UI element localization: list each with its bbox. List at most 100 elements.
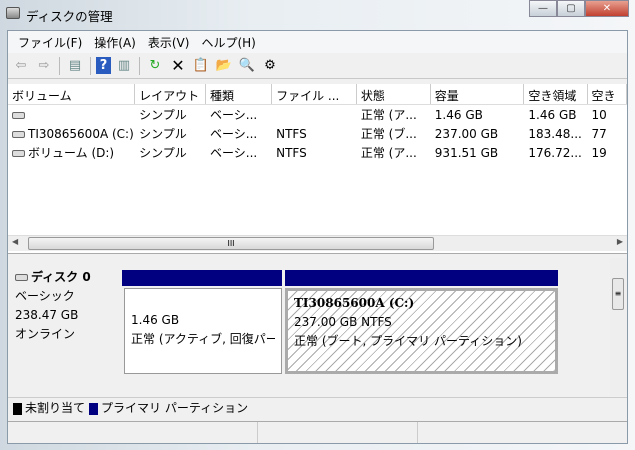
toolbar: ⇦ ⇨ ▤ ? ▥ ↻ ✕ 📋 📂 🔍 ⚙	[8, 53, 627, 79]
table-cell: シンプル	[135, 144, 206, 161]
menu-file[interactable]: ファイル(F)	[12, 34, 88, 51]
scroll-right-icon[interactable]: ▶	[617, 237, 623, 246]
volume-icon	[12, 150, 25, 157]
column-capacity[interactable]: 容量	[431, 84, 525, 104]
table-cell: 237.00 GB	[431, 127, 525, 141]
forward-icon[interactable]: ⇨	[34, 56, 54, 76]
column-status[interactable]: 状態	[357, 84, 431, 104]
volume-list: ボリューム レイアウト 種類 ファイル ... 状態 容量 空き領域 空き シン…	[8, 84, 627, 254]
cell-text: NTFS	[276, 145, 307, 160]
partition-bar	[285, 270, 558, 286]
status-pane	[418, 422, 627, 443]
cell-text: ベーシ...	[210, 127, 258, 141]
refresh-icon[interactable]: ↻	[145, 56, 165, 76]
disk-info[interactable]: ディスク 0 ベーシック 238.47 GB オンライン	[15, 268, 123, 386]
separator	[59, 56, 60, 75]
partition-status: 正常 (ブート, プライマリ パーティション)	[294, 334, 522, 348]
cell-text: 1.46 GB	[528, 107, 577, 122]
scroll-left-icon[interactable]: ◀	[12, 237, 18, 246]
cell-text: 正常 (ア...	[360, 108, 417, 122]
open-folder-icon[interactable]: 📂	[214, 56, 234, 76]
table-cell: TI30865600A (C:)	[8, 127, 135, 141]
table-cell: シンプル	[135, 125, 206, 142]
maximize-button[interactable]: ▢	[557, 0, 585, 17]
legend-item-primary: プライマリ パーティション	[89, 399, 248, 416]
column-volume[interactable]: ボリューム	[8, 84, 136, 104]
legend: 未割り当て プライマリ パーティション	[8, 397, 627, 417]
cell-text: TI30865600A (C:)	[28, 126, 134, 141]
menu-action[interactable]: 操作(A)	[88, 34, 142, 51]
show-hide-tree-icon[interactable]: ▤	[65, 56, 85, 76]
help-icon[interactable]: ?	[96, 57, 111, 74]
action-pane-icon[interactable]: ▥	[114, 56, 134, 76]
table-cell: 1.46 GB	[524, 108, 587, 122]
column-free-percent[interactable]: 空き	[588, 84, 627, 104]
vertical-scrollbar[interactable]: ≡	[610, 258, 627, 396]
cell-text: NTFS	[276, 126, 307, 141]
legend-label: 未割り当て	[25, 401, 86, 415]
partition-c[interactable]: TI30865600A (C:) 237.00 GB NTFS 正常 (ブート,…	[285, 288, 558, 374]
table-cell: 1.46 GB	[431, 108, 525, 122]
properties-icon[interactable]: 📋	[191, 56, 211, 76]
close-button[interactable]: ✕	[585, 0, 629, 17]
delete-icon[interactable]: ✕	[168, 56, 188, 76]
table-row[interactable]: ボリューム (D:) シンプル ベーシ... NTFS 正常 (ア... 931.51 G…	[8, 143, 627, 162]
menu-help[interactable]: ヘルプ(H)	[195, 34, 261, 51]
table-cell: 176.72...	[524, 146, 587, 160]
table-row[interactable]: TI30865600A (C:) シンプル ベーシ... NTFS 正常 (ブ... 23…	[8, 124, 627, 143]
table-cell: 正常 (ア...	[357, 106, 431, 123]
table-cell: 183.48...	[524, 127, 587, 141]
back-icon[interactable]: ⇦	[11, 56, 31, 76]
cell-text: 1.46 GB	[434, 107, 483, 122]
column-layout[interactable]: レイアウト	[135, 84, 207, 104]
table-cell	[8, 108, 135, 122]
cell-text: シンプル	[139, 127, 187, 141]
table-cell: 931.51 GB	[431, 146, 525, 160]
column-filesystem[interactable]: ファイル ...	[272, 84, 357, 104]
cell-text: ボリューム (D:)	[28, 146, 115, 160]
column-type[interactable]: 種類	[206, 84, 273, 104]
cell-text: 正常 (ブ...	[360, 127, 417, 141]
scroll-thumb[interactable]: III	[28, 237, 434, 250]
partition-name: TI30865600A (C:)	[294, 296, 415, 310]
cell-text: 176.72...	[528, 145, 582, 160]
volume-icon	[12, 130, 25, 138]
separator	[139, 56, 140, 75]
table-cell: NTFS	[272, 127, 357, 141]
partition-size: 1.46 GB	[131, 313, 180, 327]
menu-view[interactable]: 表示(V)	[142, 34, 196, 51]
cell-text: シンプル	[139, 146, 187, 160]
legend-item-unallocated: 未割り当て	[13, 399, 85, 416]
cell-text: 931.51 GB	[434, 145, 499, 160]
partition-status: 正常 (アクティブ, 回復パー	[131, 332, 275, 346]
column-free-space[interactable]: 空き領域	[524, 84, 588, 104]
table-cell: シンプル	[135, 106, 206, 123]
cell-text: ベーシ...	[210, 146, 258, 160]
disk-size: 238.47 GB	[15, 308, 79, 322]
table-cell: NTFS	[272, 146, 357, 160]
table-row[interactable]: シンプル ベーシ... 正常 (ア... 1.46 GB 1.46 GB 10	[8, 105, 627, 124]
horizontal-scrollbar[interactable]: ◀ III ▶	[8, 235, 627, 251]
table-cell: ベーシ...	[206, 125, 272, 142]
table-cell: ボリューム (D:)	[8, 144, 135, 161]
primary-swatch	[89, 402, 99, 415]
legend-label: プライマリ パーティション	[101, 401, 249, 415]
disk-type: ベーシック	[15, 289, 75, 303]
unallocated-swatch	[13, 402, 22, 415]
explore-icon[interactable]: 🔍	[237, 56, 257, 76]
minimize-button[interactable]: —	[529, 0, 557, 17]
window-title: ディスクの管理	[26, 9, 113, 24]
status-bar	[8, 421, 627, 443]
table-cell: ベーシ...	[206, 106, 272, 123]
table-cell: 正常 (ブ...	[357, 125, 431, 142]
cell-text: 77	[591, 126, 607, 141]
disk-status: オンライン	[15, 327, 76, 341]
partition-recovery[interactable]: 1.46 GB 正常 (アクティブ, 回復パー	[124, 288, 282, 374]
partition-bar	[122, 270, 282, 286]
disk-management-icon	[6, 7, 20, 19]
cell-text: 183.48...	[528, 126, 582, 141]
settings-icon[interactable]: ⚙	[260, 56, 280, 76]
scroll-thumb[interactable]: ≡	[612, 278, 624, 310]
client-area: ファイル(F) 操作(A) 表示(V) ヘルプ(H) ⇦ ⇨ ▤ ? ▥ ↻ ✕…	[7, 30, 628, 444]
cell-text: 237.00 GB	[434, 126, 499, 141]
